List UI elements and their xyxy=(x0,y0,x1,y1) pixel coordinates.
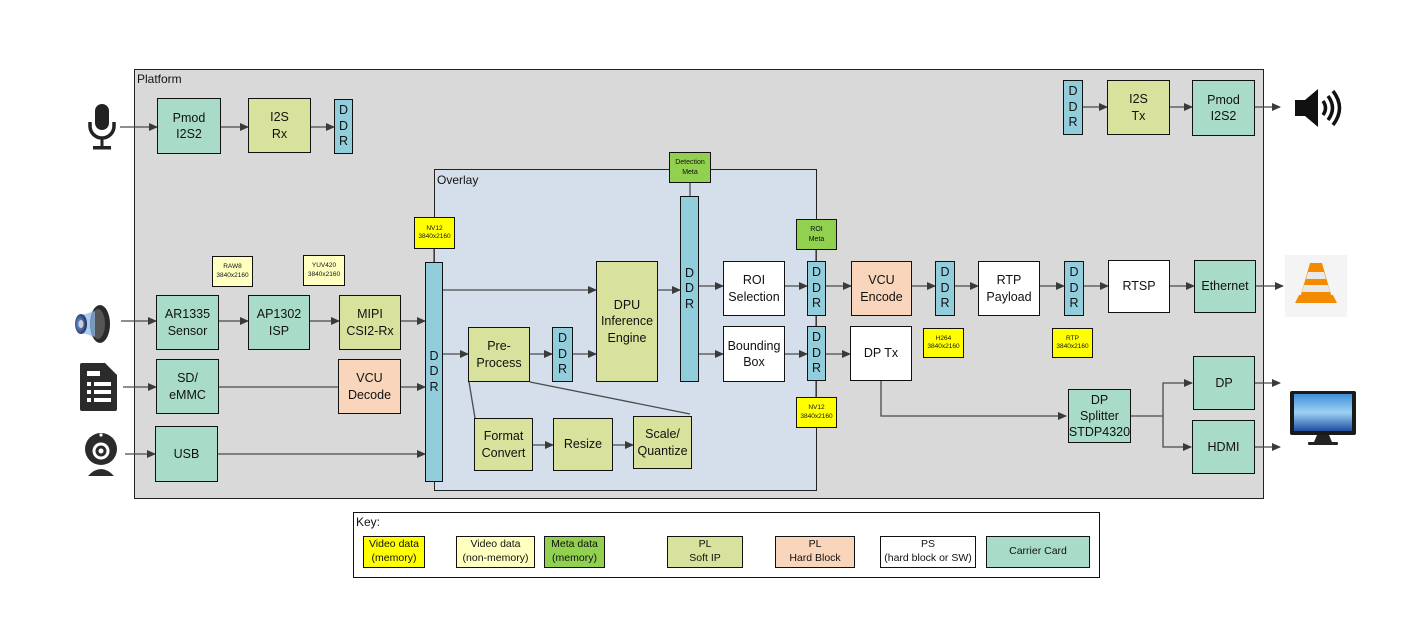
ar1335-sensor-block: AR1335 Sensor xyxy=(156,295,219,350)
ethernet-block: Ethernet xyxy=(1194,260,1256,313)
h264-format-label: H264 3840x2160 xyxy=(923,328,964,358)
usb-block: USB xyxy=(155,426,218,482)
camera-lens-icon xyxy=(75,305,110,343)
rtp-payload-block: RTP Payload xyxy=(978,261,1040,316)
nv12-output-label: NV12 3840x2160 xyxy=(796,397,837,428)
scale-quantize-block: Scale/ Quantize xyxy=(633,416,692,469)
legend-title: Key: xyxy=(356,515,381,529)
rtsp-block: RTSP xyxy=(1108,260,1170,313)
raw8-format-label: RAW8 3840x2160 xyxy=(212,256,253,287)
ddr-main-block: D D R xyxy=(425,262,443,482)
legend-item-meta-memory: Meta data (memory) xyxy=(544,536,605,568)
wire-dptx-splitter xyxy=(880,381,1067,420)
bounding-box-block: Bounding Box xyxy=(723,326,785,382)
dp-tx-block: DP Tx xyxy=(850,326,912,381)
legend-item-video-memory: Video data (memory) xyxy=(363,536,425,568)
legend-item-pl-hard-block: PL Hard Block xyxy=(775,536,855,568)
dp-splitter-block: DP Splitter STDP4320 xyxy=(1068,389,1131,443)
i2s-rx-block: I2S Rx xyxy=(248,98,311,153)
legend-key: Key: Video data (memory) Video data (non… xyxy=(353,512,1100,578)
i2s-tx-block: I2S Tx xyxy=(1107,80,1170,135)
ddr-encode-block: D D R xyxy=(935,261,955,316)
wire-splitter-dp xyxy=(1162,379,1193,416)
yuv420-format-label: YUV420 3840x2160 xyxy=(303,255,345,286)
roi-selection-block: ROI Selection xyxy=(723,261,785,316)
ap1302-isp-block: AP1302 ISP xyxy=(248,295,310,350)
wire-splitter-hdmi xyxy=(1162,416,1192,451)
ddr-audio-in-block: D D R xyxy=(334,99,353,154)
hdmi-output-block: HDMI xyxy=(1192,420,1255,474)
mipi-csi2-rx-block: MIPI CSI2-Rx xyxy=(339,295,401,350)
monitor-icon xyxy=(1290,391,1356,445)
document-icon xyxy=(80,363,117,411)
ddr-preprocess-block: D D R xyxy=(552,327,573,382)
ddr-bbox-block: D D R xyxy=(807,326,826,381)
pmod-i2s2-input-block: Pmod I2S2 xyxy=(157,98,221,154)
dpu-inference-engine-block: DPU Inference Engine xyxy=(596,261,658,382)
sd-emmc-block: SD/ eMMC xyxy=(156,359,219,414)
legend-item-carrier-card: Carrier Card xyxy=(986,536,1090,568)
microphone-icon xyxy=(88,104,116,150)
preprocess-block: Pre- Process xyxy=(468,327,530,382)
speaker-icon xyxy=(1295,89,1342,127)
legend-item-ps: PS (hard block or SW) xyxy=(880,536,976,568)
ddr-audio-out-block: D D R xyxy=(1063,80,1083,135)
format-convert-block: Format Convert xyxy=(474,418,533,471)
detection-meta-label: Detection Meta xyxy=(669,152,711,183)
ddr-roi-block: D D R xyxy=(807,261,826,316)
webcam-icon xyxy=(85,433,117,476)
vcu-encode-block: VCU Encode xyxy=(851,261,912,316)
resize-block: Resize xyxy=(553,418,613,471)
ddr-dpu-block: D D R xyxy=(680,196,699,382)
ddr-rtp-block: D D R xyxy=(1064,261,1084,316)
roi-meta-label: ROI Meta xyxy=(796,219,837,250)
legend-item-pl-soft-ip: PL Soft IP xyxy=(667,536,743,568)
rtp-format-label: RTP 3840x2160 xyxy=(1052,328,1093,358)
nv12-input-label: NV12 3840x2160 xyxy=(414,217,455,249)
legend-item-video-non-memory: Video data (non-memory) xyxy=(456,536,535,568)
pmod-i2s2-output-block: Pmod I2S2 xyxy=(1192,80,1255,136)
vlc-cone-icon xyxy=(1285,255,1347,317)
vcu-decode-block: VCU Decode xyxy=(338,359,401,414)
dp-output-block: DP xyxy=(1193,356,1255,410)
